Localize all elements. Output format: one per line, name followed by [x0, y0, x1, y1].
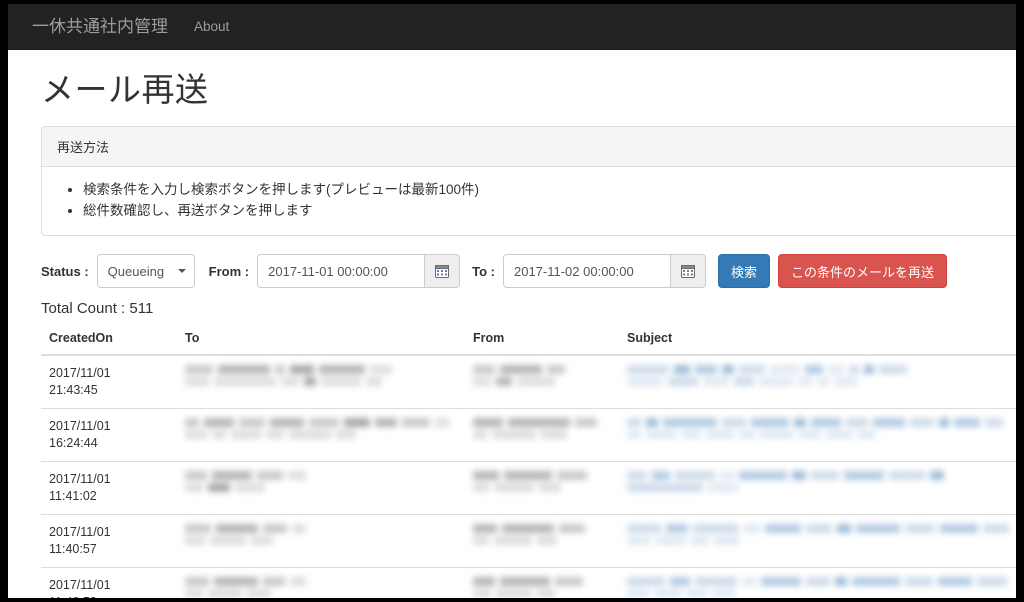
column-header-subject: Subject [619, 331, 1016, 357]
to-date-group: 2017-11-02 00:00:00 [502, 254, 706, 289]
redacted-content [473, 418, 611, 440]
table-row[interactable]: 2017/11/01 11:40:57 [41, 514, 1016, 568]
to-date-input[interactable]: 2017-11-02 00:00:00 [502, 254, 670, 289]
navbar-brand[interactable]: 一休共通社内管理 [32, 17, 168, 37]
resend-button[interactable]: この条件のメールを再送 [778, 254, 948, 289]
cell-subject [619, 567, 1016, 598]
table-row[interactable]: 2017/11/01 11:41:02 [41, 461, 1016, 515]
cell-subject [619, 355, 1016, 409]
calendar-icon [680, 265, 695, 279]
table-row[interactable]: 2017/11/01 21:43:45 [41, 355, 1016, 409]
from-date-input[interactable]: 2017-11-01 00:00:00 [257, 254, 425, 289]
redacted-content [185, 365, 457, 387]
cell-to [177, 514, 465, 568]
cell-to [177, 461, 465, 515]
cell-from [465, 355, 619, 409]
status-label: Status : [41, 263, 89, 279]
cell-subject [619, 408, 1016, 462]
instructions-panel: 再送方法 検索条件を入力し検索ボタンを押します(プレビューは最新100件) 総件… [41, 126, 1016, 237]
page-title: メール再送 [41, 71, 209, 108]
column-header-createdon: CreatedOn [41, 331, 177, 357]
chevron-down-icon [177, 269, 186, 274]
to-label: To : [472, 263, 495, 279]
redacted-content [473, 471, 611, 493]
results-table-body: 2017/11/01 21:43:45 2017/11/01 16:24:44 … [41, 355, 1016, 598]
table-header-row: CreatedOn To From Subject [41, 331, 1016, 357]
redacted-content [627, 471, 1016, 493]
navbar-item-about[interactable]: About [194, 19, 229, 34]
cell-createdon: 2017/11/01 11:40:53 [41, 567, 177, 598]
table-row[interactable]: 2017/11/01 16:24:44 [41, 408, 1016, 462]
redacted-content [627, 418, 1016, 440]
redacted-content [627, 577, 1016, 598]
status-select[interactable]: Queueing [96, 254, 195, 289]
list-item: 検索条件を入力し検索ボタンを押します(プレビューは最新100件) [83, 179, 1016, 200]
redacted-content [473, 365, 611, 387]
results-table-head: CreatedOn To From Subject [41, 331, 1016, 357]
cell-createdon: 2017/11/01 11:41:02 [41, 461, 177, 515]
redacted-content [473, 524, 611, 546]
cell-to [177, 567, 465, 598]
total-count: Total Count : 511 [41, 300, 154, 318]
from-calendar-button[interactable] [424, 254, 461, 289]
top-navbar: 一休共通社内管理 About [8, 4, 1016, 50]
instructions-panel-body: 検索条件を入力し検索ボタンを押します(プレビューは最新100件) 総件数確認し、… [42, 167, 1016, 235]
cell-from [465, 408, 619, 462]
cell-subject [619, 514, 1016, 568]
results-table: CreatedOn To From Subject 2017/11/01 21:… [41, 331, 1016, 598]
column-header-to: To [177, 331, 465, 357]
redacted-content [185, 524, 457, 546]
cell-createdon: 2017/11/01 21:43:45 [49, 366, 111, 398]
instructions-list: 検索条件を入力し検索ボタンを押します(プレビューは最新100件) 総件数確認し、… [57, 179, 1016, 221]
cell-to [177, 355, 465, 409]
cell-from [465, 567, 619, 598]
cell-createdon: 2017/11/01 16:24:44 [41, 408, 177, 462]
calendar-icon [435, 265, 450, 279]
redacted-content [185, 577, 457, 598]
instructions-panel-heading: 再送方法 [42, 127, 1016, 168]
from-label: From : [208, 263, 250, 279]
list-item: 総件数確認し、再送ボタンを押します [83, 200, 1016, 221]
column-header-from: From [465, 331, 619, 357]
redacted-content [185, 471, 457, 493]
to-calendar-button[interactable] [669, 254, 706, 289]
redacted-content [185, 418, 457, 440]
cell-subject [619, 461, 1016, 515]
cell-from [465, 514, 619, 568]
redacted-content [473, 577, 611, 598]
from-date-group: 2017-11-01 00:00:00 [257, 254, 461, 289]
status-select-value: Queueing [107, 263, 165, 279]
redacted-content [627, 524, 1016, 546]
page-container: メール再送 再送方法 検索条件を入力し検索ボタンを押します(プレビューは最新10… [8, 71, 1016, 598]
cell-to [177, 408, 465, 462]
redacted-content [627, 365, 1016, 387]
browser-viewport: 一休共通社内管理 About メール再送 再送方法 検索条件を入力し検索ボタンを… [8, 4, 1016, 598]
cell-from [465, 461, 619, 515]
search-button[interactable]: 検索 [717, 254, 770, 289]
table-row[interactable]: 2017/11/01 11:40:53 [41, 567, 1016, 598]
cell-createdon: 2017/11/01 11:40:57 [41, 514, 177, 568]
search-form: Status : Queueing From : 2017-11-01 00:0… [41, 254, 1001, 289]
